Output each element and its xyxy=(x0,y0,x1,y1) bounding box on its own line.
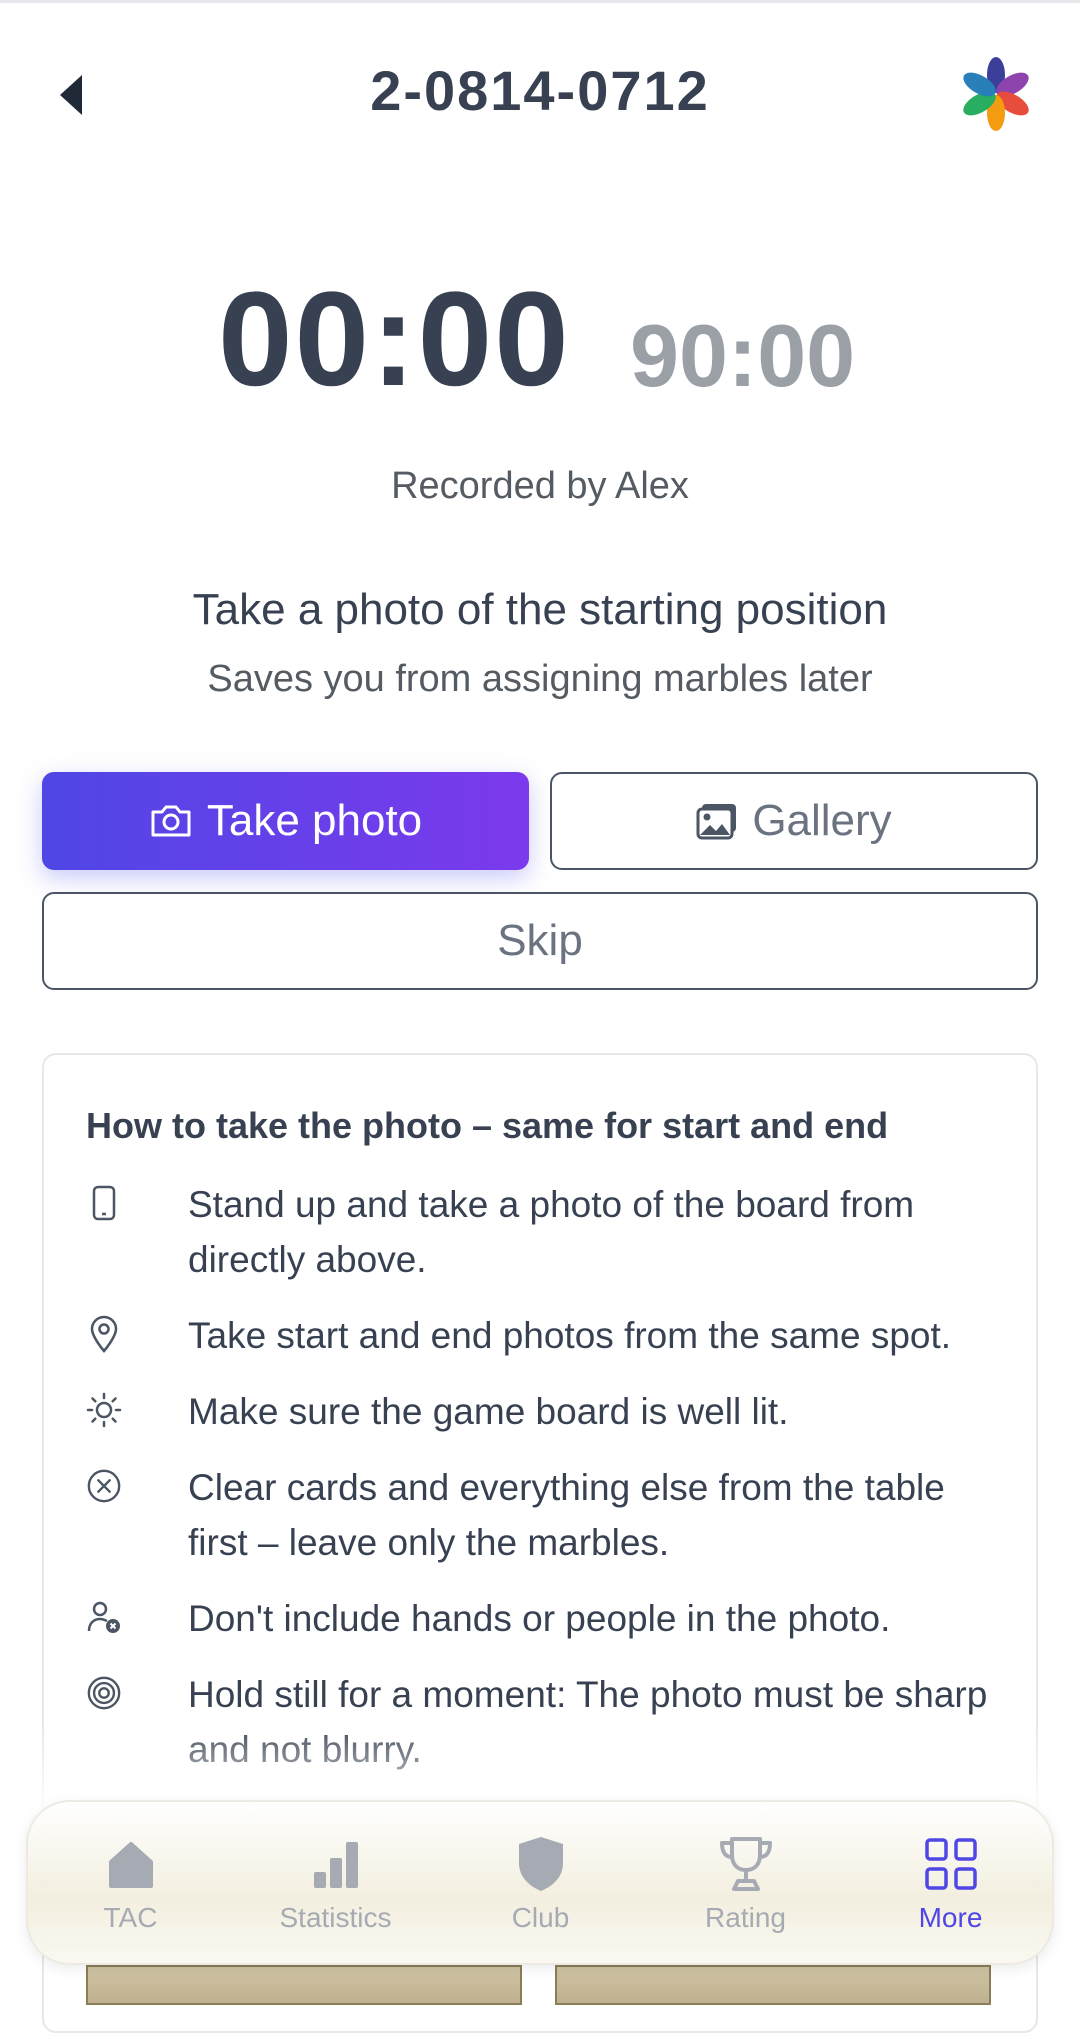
page-title: 2-0814-0712 xyxy=(370,59,710,122)
gallery-button[interactable]: Gallery xyxy=(550,772,1038,870)
nav-label: Rating xyxy=(705,1902,786,1933)
home-icon xyxy=(28,1834,233,1894)
circle-x-icon xyxy=(86,1468,122,1504)
nav-label: TAC xyxy=(103,1902,158,1933)
timer-area: 00:00 90:00 xyxy=(0,270,1080,410)
nav-item-club[interactable]: Club xyxy=(438,1802,643,1967)
tip-text: Don't include hands or people in the pho… xyxy=(188,1598,891,1639)
end-photo-thumbnail[interactable] xyxy=(555,1965,991,2005)
bottom-nav: TAC Statistics Club Rating More xyxy=(26,1800,1054,1965)
status-divider xyxy=(0,0,1080,3)
skip-label: Skip xyxy=(497,916,583,965)
phone-icon xyxy=(86,1185,122,1221)
nav-label: Club xyxy=(511,1902,570,1933)
take-photo-label: Take photo xyxy=(206,796,423,845)
tip-text: Take start and end photos from the same … xyxy=(188,1315,952,1356)
location-pin-icon xyxy=(86,1315,122,1353)
camera-icon xyxy=(149,803,193,839)
image-icon xyxy=(696,802,738,840)
nav-item-rating[interactable]: Rating xyxy=(643,1802,848,1967)
nav-label: Statistics xyxy=(279,1902,392,1933)
elapsed-timer: 00:00 xyxy=(218,265,571,414)
header: 2-0814-0712 xyxy=(0,40,1080,150)
scroll-fade xyxy=(0,1720,1080,1810)
gallery-label: Gallery xyxy=(752,796,892,845)
instructions-title: How to take the photo – same for start a… xyxy=(86,1105,889,1146)
nav-label: More xyxy=(918,1902,983,1933)
tip-text: Stand up and take a photo of the board f… xyxy=(188,1184,915,1280)
recorded-by-label: Recorded by Alex xyxy=(391,465,689,507)
user-x-icon xyxy=(86,1599,122,1635)
time-limit: 90:00 xyxy=(630,306,856,405)
nav-item-statistics[interactable]: Statistics xyxy=(233,1802,438,1967)
take-photo-button[interactable]: Take photo xyxy=(42,772,529,870)
shield-icon xyxy=(438,1834,643,1894)
sun-icon xyxy=(86,1392,122,1428)
nav-item-more[interactable]: More xyxy=(848,1802,1053,1967)
tip-text: Make sure the game board is well lit. xyxy=(188,1391,789,1432)
flower-logo-icon xyxy=(956,54,1036,134)
bar-chart-icon xyxy=(233,1834,438,1894)
grid-icon xyxy=(848,1834,1053,1894)
trophy-icon xyxy=(643,1834,848,1894)
photo-prompt-subheading: Saves you from assigning marbles later xyxy=(207,658,873,700)
nav-item-tac[interactable]: TAC xyxy=(28,1802,233,1967)
target-icon xyxy=(86,1675,122,1711)
skip-button[interactable]: Skip xyxy=(42,892,1038,990)
photo-prompt-heading: Take a photo of the starting position xyxy=(192,585,888,634)
start-photo-thumbnail[interactable] xyxy=(86,1965,522,2005)
tip-text: Clear cards and everything else from the… xyxy=(188,1467,945,1563)
